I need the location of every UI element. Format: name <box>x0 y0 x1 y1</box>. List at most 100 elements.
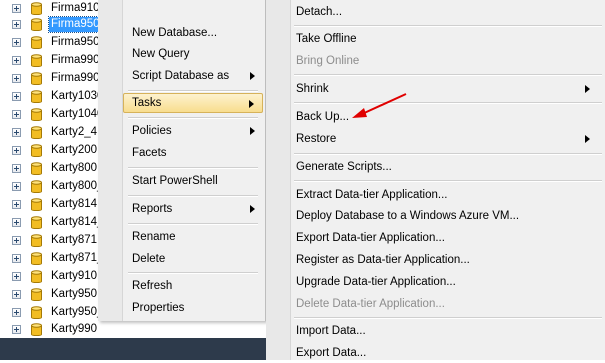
menu-item-import-data[interactable]: Import Data... <box>296 321 596 341</box>
plus-expander-icon[interactable] <box>12 20 21 29</box>
database-cylinder-icon <box>31 90 42 104</box>
menu-icon-gutter <box>266 0 291 360</box>
plus-expander-icon[interactable] <box>12 236 21 245</box>
tree-node-label[interactable]: Karty950 <box>49 287 99 302</box>
menu-item-policies[interactable]: Policies <box>124 121 263 141</box>
plus-expander-icon[interactable] <box>12 74 21 83</box>
database-cylinder-icon <box>31 144 42 158</box>
tree-node-label[interactable]: Firma990 <box>49 53 102 68</box>
menu-item-tasks[interactable]: Tasks <box>123 93 263 113</box>
menu-item-label: Reports <box>132 203 173 215</box>
menu-item-bring-online: Bring Online <box>296 55 360 67</box>
menu-item-register-data-tier[interactable]: Register as Data-tier Application... <box>296 250 596 270</box>
menu-separator <box>294 317 602 319</box>
plus-expander-icon[interactable] <box>12 200 21 209</box>
tree-node-label[interactable]: Karty2_4 <box>49 125 99 140</box>
menu-item-restore[interactable]: Restore <box>296 129 596 149</box>
tasks-submenu: Detach... Take Offline Bring Online Shri… <box>266 0 605 360</box>
plus-expander-icon[interactable] <box>12 182 21 191</box>
tree-node-label[interactable]: Karty1030 <box>49 89 105 104</box>
tree-node-label[interactable]: Firma910 <box>49 1 102 16</box>
database-cylinder-icon <box>31 18 42 32</box>
tree-node-label[interactable]: Firma950 <box>48 16 103 33</box>
tree-node-label[interactable]: Karty800 <box>49 161 99 176</box>
plus-expander-icon[interactable] <box>12 218 21 227</box>
database-cylinder-icon <box>31 108 42 122</box>
plus-expander-icon[interactable] <box>12 325 21 334</box>
tree-node-label[interactable]: Karty910 <box>49 269 99 284</box>
database-cylinder-icon <box>31 162 42 176</box>
submenu-arrow-icon <box>250 127 255 135</box>
database-cylinder-icon <box>31 72 42 86</box>
menu-item-upgrade-data-tier[interactable]: Upgrade Data-tier Application... <box>296 272 596 292</box>
menu-item-script-database-as[interactable]: Script Database as <box>124 66 263 86</box>
menu-item-new-database[interactable]: New Database... <box>124 23 263 43</box>
plus-expander-icon[interactable] <box>12 290 21 299</box>
submenu-arrow-icon <box>585 135 590 143</box>
database-cylinder-icon <box>31 323 42 337</box>
plus-expander-icon[interactable] <box>12 38 21 47</box>
menu-item-deploy-to-azure-vm[interactable]: Deploy Database to a Windows Azure VM... <box>296 206 596 226</box>
plus-expander-icon[interactable] <box>12 146 21 155</box>
tree-node-label[interactable]: Karty950_ <box>49 305 105 320</box>
menu-item-label: Shrink <box>296 83 329 95</box>
database-cylinder-icon <box>31 198 42 212</box>
plus-expander-icon[interactable] <box>12 164 21 173</box>
plus-expander-icon[interactable] <box>12 254 21 263</box>
menu-item-label: Script Database as <box>132 70 230 82</box>
menu-item-start-powershell[interactable]: Start PowerShell <box>124 171 263 191</box>
tree-node-label[interactable]: Karty990 <box>49 322 99 337</box>
menu-separator <box>128 167 258 169</box>
menu-item-rename[interactable]: Rename <box>124 227 263 247</box>
menu-item-back-up[interactable]: Back Up... <box>296 107 596 127</box>
menu-item-delete[interactable]: Delete <box>124 249 263 269</box>
tree-node-label[interactable]: Karty1040 <box>49 107 105 122</box>
menu-item-generate-scripts[interactable]: Generate Scripts... <box>296 157 596 177</box>
tree-node-label[interactable]: Firma950 <box>49 35 102 50</box>
menu-separator <box>294 102 602 104</box>
plus-expander-icon[interactable] <box>12 308 21 317</box>
database-context-menu: New Database... New Query Script Databas… <box>98 0 266 321</box>
plus-expander-icon[interactable] <box>12 92 21 101</box>
database-cylinder-icon <box>31 270 42 284</box>
database-cylinder-icon <box>31 180 42 194</box>
bottom-status-strip <box>0 338 266 360</box>
menu-item-refresh[interactable]: Refresh <box>124 276 263 296</box>
plus-expander-icon[interactable] <box>12 272 21 281</box>
menu-separator <box>294 180 602 182</box>
menu-item-export-data-tier[interactable]: Export Data-tier Application... <box>296 228 596 248</box>
menu-item-extract-data-tier[interactable]: Extract Data-tier Application... <box>296 185 596 205</box>
database-cylinder-icon <box>31 2 42 16</box>
tree-node-label[interactable]: Karty871 <box>49 233 99 248</box>
menu-item-export-data[interactable]: Export Data... <box>296 343 596 363</box>
menu-item-facets[interactable]: Facets <box>124 143 263 163</box>
menu-item-shrink[interactable]: Shrink <box>296 79 596 99</box>
menu-item-properties[interactable]: Properties <box>124 298 263 318</box>
tree-node-label[interactable]: Karty200 <box>49 143 99 158</box>
tree-node-label[interactable]: Karty814_ <box>49 215 105 230</box>
menu-separator <box>128 195 258 197</box>
menu-item-detach[interactable]: Detach... <box>296 2 596 22</box>
database-cylinder-icon <box>31 234 42 248</box>
menu-separator <box>128 272 258 274</box>
menu-separator <box>128 223 258 225</box>
menu-item-take-offline[interactable]: Take Offline <box>296 29 596 49</box>
menu-item-delete-data-tier: Delete Data-tier Application... <box>296 298 445 310</box>
menu-item-reports[interactable]: Reports <box>124 199 263 219</box>
tree-node-label[interactable]: Karty871_ <box>49 251 105 266</box>
plus-expander-icon[interactable] <box>12 128 21 137</box>
menu-item-new-query[interactable]: New Query <box>124 44 263 64</box>
tree-node-label[interactable]: Firma990 <box>49 71 102 86</box>
database-cylinder-icon <box>31 252 42 266</box>
tree-node-label[interactable]: Karty814 <box>49 197 99 212</box>
submenu-arrow-icon <box>585 85 590 93</box>
plus-expander-icon[interactable] <box>12 110 21 119</box>
plus-expander-icon[interactable] <box>12 56 21 65</box>
tree-node-label[interactable]: Karty800_ <box>49 179 105 194</box>
menu-separator <box>128 117 258 119</box>
plus-expander-icon[interactable] <box>12 4 21 13</box>
database-cylinder-icon <box>31 216 42 230</box>
tree-node-database[interactable]: Karty990 <box>0 321 270 339</box>
menu-item-label: Tasks <box>132 97 162 109</box>
submenu-arrow-icon <box>249 100 254 108</box>
